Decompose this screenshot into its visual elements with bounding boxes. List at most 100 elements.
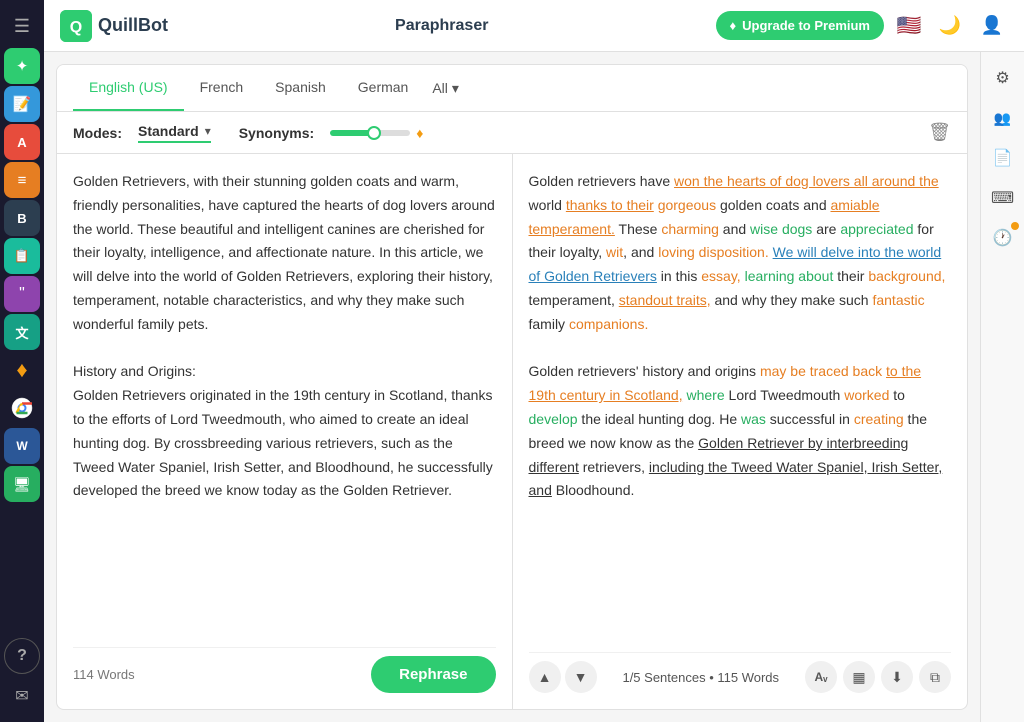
- diamond-icon: ♦: [730, 18, 737, 33]
- tab-english[interactable]: English (US): [73, 65, 184, 111]
- document-panel-button[interactable]: 📄: [985, 140, 1021, 176]
- sidebar-icon-citation[interactable]: B: [4, 200, 40, 236]
- output-editor: Golden retrievers have won the hearts of…: [513, 154, 968, 709]
- highlight-companions: companions.: [569, 316, 648, 332]
- highlight-including: including the Tweed Water Spaniel, Irish…: [529, 459, 943, 499]
- all-languages-dropdown[interactable]: All ▾: [424, 66, 467, 111]
- copy-button[interactable]: ⧉: [919, 661, 951, 693]
- sidebar-icon-translate[interactable]: 文: [4, 314, 40, 350]
- sidebar-icon-summarize[interactable]: ≡: [4, 162, 40, 198]
- slider-thumb: [367, 126, 381, 140]
- input-paragraph-2: Golden Retrievers originated in the 19th…: [73, 384, 496, 503]
- sidebar-icon-quote[interactable]: ": [4, 276, 40, 312]
- input-paragraph-heading: History and Origins:: [73, 360, 496, 384]
- premium-diamond-icon: ♦: [416, 125, 423, 141]
- input-editor-footer: 114 Words Rephrase: [73, 647, 496, 693]
- highlight-thanks: thanks to their: [566, 197, 654, 213]
- mode-selector[interactable]: Standard ▾: [138, 123, 211, 143]
- tab-german[interactable]: German: [342, 65, 425, 111]
- highlight-traced: may be traced back: [760, 363, 882, 379]
- settings-panel-button[interactable]: ⚙: [985, 60, 1021, 96]
- navigation-arrows: ▲ ▼: [529, 661, 597, 693]
- sidebar-icon-diamond[interactable]: ♦: [4, 352, 40, 388]
- all-label: All: [432, 80, 448, 96]
- logo-icon: Q: [60, 10, 92, 42]
- sidebar-icon-help[interactable]: ?: [4, 638, 40, 674]
- flag-icon[interactable]: 🇺🇸: [894, 11, 924, 41]
- keyboard-panel-button[interactable]: ⌨: [985, 180, 1021, 216]
- input-text-area[interactable]: Golden Retrievers, with their stunning g…: [73, 170, 496, 639]
- highlight-charming: charming: [661, 221, 719, 237]
- sidebar-icon-word[interactable]: W: [4, 428, 40, 464]
- word-count-label: 114 Words: [73, 667, 135, 682]
- left-sidebar: ☰ ✦ 📝 A ≡ B 📋 " 文 ♦ W 🖥 ? ✉: [0, 0, 44, 722]
- highlight-creating: creating: [854, 411, 904, 427]
- history-panel-button[interactable]: 🕐: [985, 220, 1021, 256]
- sidebar-icon-chrome[interactable]: [4, 390, 40, 426]
- output-editor-footer: ▲ ▼ 1/5 Sentences • 115 Words Aᵥ ▦ ⬇ ⧉: [529, 652, 952, 693]
- synonyms-label: Synonyms:: [239, 125, 314, 141]
- rephrase-button[interactable]: Rephrase: [371, 656, 495, 693]
- highlight-loving: loving disposition.: [658, 244, 769, 260]
- hamburger-menu[interactable]: ☰: [4, 8, 40, 44]
- download-button[interactable]: ⬇: [881, 661, 913, 693]
- sidebar-bottom: ? ✉: [4, 638, 40, 714]
- highlight-appreciated: appreciated: [840, 221, 913, 237]
- page-title: Paraphraser: [180, 17, 704, 35]
- right-tool-panel: ⚙ 👥 📄 ⌨ 🕐: [980, 52, 1024, 722]
- editors-area: Golden Retrievers, with their stunning g…: [57, 154, 967, 709]
- delete-button[interactable]: 🗑: [928, 122, 951, 143]
- highlight-essay: essay,: [701, 268, 740, 284]
- mode-chevron-icon: ▾: [205, 124, 211, 138]
- input-editor: Golden Retrievers, with their stunning g…: [57, 154, 513, 709]
- highlight-background: background,: [868, 268, 945, 284]
- sidebar-icon-grammar[interactable]: A: [4, 124, 40, 160]
- tab-spanish[interactable]: Spanish: [259, 65, 342, 111]
- main-area: Q QuillBot Paraphraser ♦ Upgrade to Prem…: [44, 0, 1024, 722]
- logo-area: Q QuillBot: [60, 10, 168, 42]
- output-text-area[interactable]: Golden retrievers have won the hearts of…: [529, 170, 952, 644]
- sidebar-icon-document[interactable]: 📝: [4, 86, 40, 122]
- people-panel-button[interactable]: 👥: [985, 100, 1021, 136]
- highlight-learning: learning about: [745, 268, 834, 284]
- chart-button[interactable]: ▦: [843, 661, 875, 693]
- sentence-info: 1/5 Sentences • 115 Words: [622, 670, 779, 685]
- highlight-where: where: [687, 387, 725, 403]
- sidebar-icon-feather[interactable]: ✦: [4, 48, 40, 84]
- tab-french[interactable]: French: [184, 65, 260, 111]
- dropdown-chevron-icon: ▾: [452, 80, 459, 97]
- sidebar-icon-plagiarism[interactable]: 📋: [4, 238, 40, 274]
- highlight-wise: wise dogs: [750, 221, 812, 237]
- highlight-worked: worked: [844, 387, 889, 403]
- language-tabs: English (US) French Spanish German All ▾: [57, 65, 967, 112]
- output-footer-icons: Aᵥ ▦ ⬇ ⧉: [805, 661, 951, 693]
- output-paragraph-2: Golden retrievers' history and origins m…: [529, 360, 952, 503]
- logo-text: QuillBot: [98, 15, 168, 36]
- highlight-develop: develop: [529, 411, 578, 427]
- header: Q QuillBot Paraphraser ♦ Upgrade to Prem…: [44, 0, 1024, 52]
- user-profile-button[interactable]: 👤: [976, 10, 1008, 42]
- upgrade-button[interactable]: ♦ Upgrade to Premium: [716, 11, 885, 40]
- highlight-fantastic: fantastic: [872, 292, 924, 308]
- highlight-gorgeous: gorgeous: [658, 197, 716, 213]
- accuracy-button[interactable]: Aᵥ: [805, 661, 837, 693]
- slider-track: [330, 130, 410, 136]
- next-sentence-button[interactable]: ▼: [565, 661, 597, 693]
- modes-label: Modes:: [73, 125, 122, 141]
- modes-bar: Modes: Standard ▾ Synonyms: ♦ 🗑: [57, 112, 967, 154]
- sidebar-icon-mail[interactable]: ✉: [4, 678, 40, 714]
- sidebar-icon-list: ✦ 📝 A ≡ B 📋 " 文 ♦ W 🖥: [0, 48, 44, 502]
- synonyms-slider[interactable]: ♦: [330, 125, 423, 141]
- dark-mode-button[interactable]: 🌙: [934, 10, 966, 42]
- header-actions: ♦ Upgrade to Premium 🇺🇸 🌙 👤: [716, 10, 1009, 42]
- svg-text:Q: Q: [70, 19, 82, 36]
- sidebar-icon-monitor[interactable]: 🖥: [4, 466, 40, 502]
- content-wrapper: English (US) French Spanish German All ▾…: [56, 64, 968, 710]
- upgrade-label: Upgrade to Premium: [742, 18, 870, 33]
- highlight-won: won the hearts of dog lovers all around …: [674, 173, 939, 189]
- output-paragraph-1: Golden retrievers have won the hearts of…: [529, 170, 952, 337]
- mode-value: Standard: [138, 123, 199, 139]
- highlight-was: was: [741, 411, 766, 427]
- prev-sentence-button[interactable]: ▲: [529, 661, 561, 693]
- highlight-wit: wit: [606, 244, 623, 260]
